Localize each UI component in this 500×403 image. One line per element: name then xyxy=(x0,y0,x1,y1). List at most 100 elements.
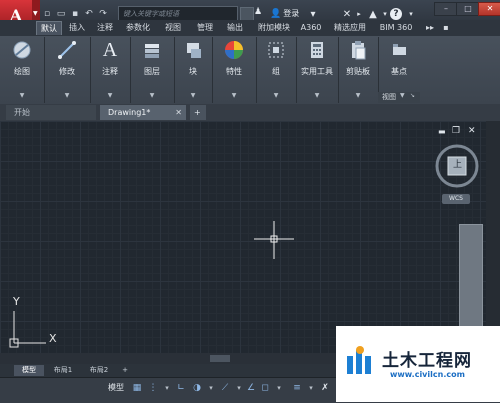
tab-addins[interactable]: 附加模块 xyxy=(254,21,294,35)
object-snap-tracking-icon[interactable]: ∠ xyxy=(244,381,258,395)
panel-modify[interactable]: 修改 ▼ xyxy=(44,37,91,103)
isodraft-icon[interactable]: ⟋ xyxy=(218,381,232,395)
tab-view[interactable]: 视图 xyxy=(160,21,186,35)
panel-draw[interactable]: 绘图 ▼ xyxy=(0,37,45,103)
text-a-icon: A xyxy=(102,38,118,61)
polar-dropdown-icon[interactable]: ▾ xyxy=(204,381,218,395)
chevron-down-icon[interactable]: ▼ xyxy=(90,92,130,99)
model-space-toggle[interactable]: 模型 xyxy=(108,381,130,395)
panel-basepoint-label: 基点 xyxy=(391,67,407,76)
calculator-icon xyxy=(306,39,328,61)
panel-draw-label: 绘图 xyxy=(14,67,30,76)
lineweight-dropdown-icon[interactable]: ▾ xyxy=(304,381,318,395)
restore-viewport-icon[interactable]: ❐ xyxy=(452,126,460,136)
annotation-scale-icon[interactable]: ✗ xyxy=(318,381,332,395)
group-icon xyxy=(265,39,287,61)
panel-layers-label: 图层 xyxy=(144,67,160,76)
sign-in-label: 登录 xyxy=(283,9,300,18)
new-tab-button[interactable]: + xyxy=(190,105,206,120)
color-wheel-icon xyxy=(223,39,245,61)
drawing-canvas[interactable]: Y X ▬ ❐ ✕ 上 WCS xyxy=(0,121,500,353)
ribbon-minimize-icon[interactable]: ▪ xyxy=(440,21,452,35)
add-layout-button[interactable]: + xyxy=(118,365,132,376)
object-snap-icon[interactable]: ◻ xyxy=(258,381,272,395)
new-file-icon[interactable]: ▫ xyxy=(40,7,54,21)
chevron-down-icon[interactable]: ▼ xyxy=(212,92,256,99)
panel-block[interactable]: 块 ▼ xyxy=(174,37,213,103)
snap-icon[interactable]: ⋮ xyxy=(146,381,160,395)
tab-bim360[interactable]: BIM 360 xyxy=(374,21,418,35)
chevron-down-icon[interactable]: ▼ xyxy=(256,92,296,99)
search-icon[interactable] xyxy=(240,7,254,21)
help-dropdown-icon[interactable]: ▾ xyxy=(404,7,418,21)
user-icon[interactable]: ♟ xyxy=(254,7,262,21)
tab-output[interactable]: 输出 xyxy=(222,21,248,35)
tab-layout2[interactable]: 布局2 xyxy=(82,365,116,376)
tab-drawing1-label: Drawing1* xyxy=(108,108,151,117)
watermark-overlay: 土木工程网 www.civilcn.com xyxy=(336,326,500,402)
tab-manage[interactable]: 管理 xyxy=(192,21,218,35)
tab-featured-apps[interactable]: 精选应用 xyxy=(330,21,370,35)
exchange-dropdown-icon[interactable]: ▸ xyxy=(352,7,366,21)
help-icon[interactable]: ? xyxy=(390,8,402,20)
watermark-name: 土木工程网 xyxy=(382,351,472,371)
window-minimize-button[interactable]: – xyxy=(434,2,458,16)
chevron-down-icon[interactable]: ▼ xyxy=(130,92,174,99)
panel-view-footer[interactable]: 视图 ▼ ↘ xyxy=(378,92,420,103)
tab-drawing1[interactable]: Drawing1* ✕ xyxy=(100,105,186,120)
tab-default[interactable]: 默认 xyxy=(36,21,62,35)
viewcube-top-face-label: 上 xyxy=(453,160,463,170)
tab-insert[interactable]: 插入 xyxy=(64,21,90,35)
panel-launcher-icon[interactable]: ↘ xyxy=(410,92,415,99)
window-close-button[interactable]: ✕ xyxy=(478,2,500,16)
tab-overflow-icon[interactable]: ▸▸ xyxy=(422,21,438,35)
tab-annotate[interactable]: 注释 xyxy=(92,21,118,35)
open-file-icon[interactable]: ▭ xyxy=(54,7,68,21)
chevron-down-icon[interactable]: ▼ xyxy=(0,92,44,99)
tab-a360[interactable]: A360 xyxy=(298,21,324,35)
tab-layout1[interactable]: 布局1 xyxy=(46,365,80,376)
crosshair-cursor xyxy=(254,221,294,259)
panel-layers[interactable]: 图层 ▼ xyxy=(130,37,175,103)
search-input[interactable]: 键入关键字或短语 xyxy=(118,6,238,21)
chevron-down-icon[interactable]: ▼ xyxy=(44,92,90,99)
ortho-icon[interactable]: ∟ xyxy=(174,381,188,395)
panel-block-label: 块 xyxy=(189,67,197,76)
ucs-x-label: X xyxy=(49,332,57,345)
save-icon[interactable]: ▪ xyxy=(68,7,82,21)
chevron-down-icon[interactable]: ▼ xyxy=(400,92,405,99)
panel-annotation-label: 注释 xyxy=(102,67,118,76)
watermark-logo-icon xyxy=(347,346,371,374)
layers-icon xyxy=(141,39,163,61)
scroll-thumb[interactable] xyxy=(210,355,230,362)
sign-in-button[interactable]: 👤 登录 xyxy=(262,7,299,21)
redo-icon[interactable]: ↷ xyxy=(96,7,110,21)
tab-parametric[interactable]: 参数化 xyxy=(120,21,156,35)
close-viewport-icon[interactable]: ✕ xyxy=(468,126,476,136)
lineweight-icon[interactable]: ≡ xyxy=(290,381,304,395)
tab-model[interactable]: 模型 xyxy=(14,365,44,376)
panel-clipboard[interactable]: 剪贴板 ▼ xyxy=(338,37,379,103)
snap-dropdown-icon[interactable]: ▾ xyxy=(160,381,174,395)
close-icon[interactable]: ✕ xyxy=(175,105,182,120)
window-maximize-button[interactable]: □ xyxy=(456,2,480,16)
undo-icon[interactable]: ↶ xyxy=(82,7,96,21)
tab-start[interactable]: 开始 xyxy=(6,105,96,120)
panel-properties[interactable]: 特性 ▼ xyxy=(212,37,257,103)
panel-annotation[interactable]: A 注释 ▼ xyxy=(90,37,131,103)
wcs-menu[interactable]: WCS xyxy=(442,194,470,204)
polar-icon[interactable]: ◑ xyxy=(190,381,204,395)
chevron-down-icon[interactable]: ▼ xyxy=(174,92,212,99)
panel-group[interactable]: 组 ▼ xyxy=(256,37,297,103)
modify-icon xyxy=(56,39,78,61)
grid-icon[interactable]: ▦ xyxy=(130,381,144,395)
chevron-down-icon[interactable]: ▼ xyxy=(296,92,338,99)
dropdown-arrow-icon[interactable]: ▾ xyxy=(306,7,320,21)
vertical-scrollbar[interactable] xyxy=(486,121,500,353)
object-snap-dropdown-icon[interactable]: ▾ xyxy=(272,381,286,395)
chevron-down-icon[interactable]: ▼ xyxy=(338,92,378,99)
panel-utilities[interactable]: 实用工具 ▼ xyxy=(296,37,339,103)
panel-group-label: 组 xyxy=(272,67,280,76)
minimize-viewport-icon[interactable]: ▬ xyxy=(438,127,446,136)
panel-view[interactable]: 基点 视图 ▼ ↘ xyxy=(378,37,420,103)
